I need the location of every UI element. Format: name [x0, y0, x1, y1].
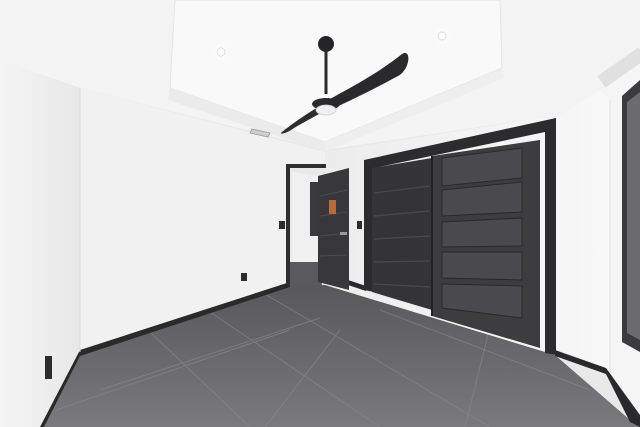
wall-outlet-back	[241, 273, 247, 281]
fan-mount	[318, 36, 334, 52]
room-photo	[0, 0, 640, 427]
recessed-light-left-bulb	[216, 47, 226, 57]
light-switch-right	[357, 221, 362, 229]
fan-light	[315, 104, 337, 116]
room-svg	[0, 0, 640, 427]
hallway-door-dark	[310, 182, 318, 236]
left-wall	[0, 60, 80, 427]
door-handle	[340, 232, 347, 235]
bedroom-door	[318, 168, 349, 290]
doorframe-left	[286, 165, 290, 285]
hallway-floor	[290, 262, 322, 285]
light-switch-left	[279, 221, 285, 229]
fan-downrod	[324, 50, 328, 94]
window-glass	[627, 92, 640, 340]
recessed-light-right-bulb	[437, 31, 447, 41]
closet-door-right-panels	[441, 147, 523, 319]
wall-outlet-left	[45, 356, 52, 379]
door-sign	[329, 200, 336, 214]
doorframe-top	[286, 164, 326, 168]
